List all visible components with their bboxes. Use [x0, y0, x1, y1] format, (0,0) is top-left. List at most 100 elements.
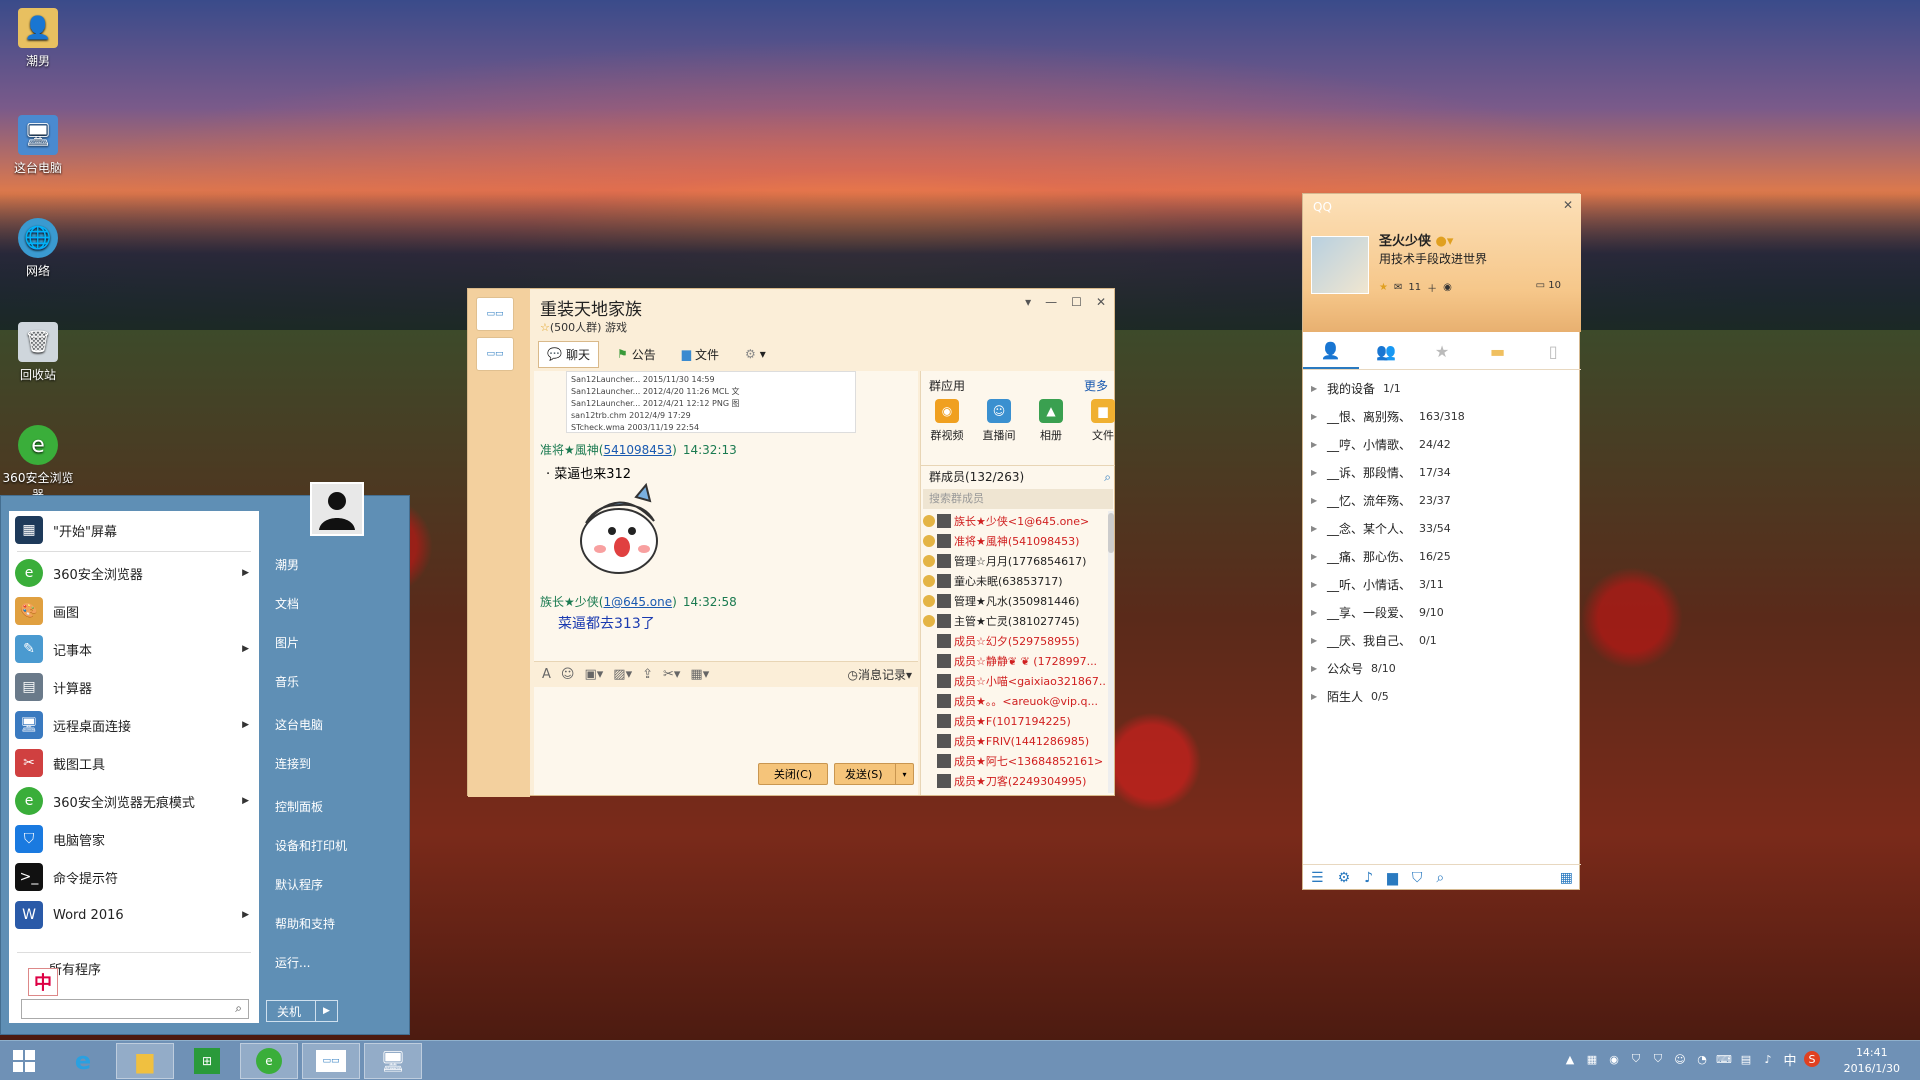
- start-place-connect-to[interactable]: 连接到: [275, 755, 311, 772]
- member-item[interactable]: 成员☆静静❦ ❦ (1728997...: [923, 651, 1107, 671]
- more-tools-icon[interactable]: ▦▾: [690, 667, 709, 682]
- member-item[interactable]: 成员☆幻夕(529758955): [923, 631, 1107, 651]
- member-item[interactable]: 成员★阿七<13684852161>: [923, 751, 1107, 771]
- start-button[interactable]: [0, 1043, 48, 1079]
- taskbar-clock[interactable]: 14:41 2016/1/30: [1844, 1045, 1900, 1077]
- start-place-devices[interactable]: 设备和打印机: [275, 837, 347, 854]
- sender-name[interactable]: 准将★風神(: [540, 443, 603, 457]
- tray-qq-icon[interactable]: ☺: [1672, 1051, 1688, 1067]
- taskbar-remote-desktop[interactable]: 🖥: [364, 1043, 422, 1079]
- close-button[interactable]: 关闭(C): [758, 763, 828, 785]
- members-search-input[interactable]: 搜索群成员: [923, 489, 1113, 509]
- taskbar-store[interactable]: ⊞: [178, 1043, 236, 1079]
- font-icon[interactable]: A: [542, 667, 551, 682]
- app-group-video[interactable]: ◉ 群视频: [927, 399, 967, 443]
- tab-recent[interactable]: ▬: [1470, 334, 1526, 369]
- taskbar-360-browser[interactable]: e: [240, 1043, 298, 1079]
- tab-groups[interactable]: 👥: [1359, 334, 1415, 369]
- scrollbar-thumb[interactable]: [1108, 513, 1114, 553]
- contact-group[interactable]: ▶ 公众号 8/10: [1311, 654, 1571, 682]
- tab-notice[interactable]: ⚑ 公告: [609, 342, 664, 367]
- start-place-documents[interactable]: 文档: [275, 595, 299, 612]
- vip-icon[interactable]: ★: [1379, 282, 1388, 293]
- app-live-room[interactable]: ☺ 直播间: [979, 399, 1019, 443]
- folder-icon[interactable]: ▆: [1387, 870, 1398, 886]
- session-tab-group-icon[interactable]: ▭▭: [476, 297, 514, 331]
- taskbar-qq-group[interactable]: ▭▭: [302, 1043, 360, 1079]
- start-place-user[interactable]: 潮男: [275, 556, 299, 573]
- contact-group[interactable]: ▶ __享、一段爱、 9/10: [1311, 598, 1571, 626]
- tray-shield-icon[interactable]: ⛉: [1628, 1051, 1644, 1067]
- dropdown-icon[interactable]: ▾: [1025, 295, 1031, 309]
- user-avatar[interactable]: [310, 482, 364, 536]
- minimize-icon[interactable]: —: [1045, 295, 1057, 309]
- profile-name[interactable]: 圣火少侠 ●▾: [1379, 230, 1453, 249]
- send-button[interactable]: 发送(S) ▾: [834, 763, 914, 785]
- start-place-default-programs[interactable]: 默认程序: [275, 876, 323, 893]
- upload-icon[interactable]: ⇪: [642, 667, 653, 682]
- desktop-icon-user-folder[interactable]: 👤 潮男: [6, 8, 70, 69]
- start-item-snipping-tool[interactable]: ✂ 截图工具: [9, 744, 259, 782]
- contact-group[interactable]: ▶ __恨、离别殇、 163/318: [1311, 402, 1571, 430]
- emoji-icon[interactable]: ☺: [561, 667, 575, 682]
- scissors-icon[interactable]: ✂▾: [663, 667, 680, 682]
- message-counter[interactable]: ▭ 10: [1536, 280, 1561, 291]
- start-item-paint[interactable]: 🎨 画图: [9, 592, 259, 630]
- tab-file[interactable]: ▆ 文件: [674, 342, 727, 367]
- tray-expand-icon[interactable]: ▲: [1562, 1051, 1578, 1067]
- start-place-pictures[interactable]: 图片: [275, 634, 299, 651]
- app-album[interactable]: ▲ 相册: [1031, 399, 1071, 443]
- member-item[interactable]: 族长★少侠<1@645.one>: [923, 511, 1107, 531]
- start-item-start-screen[interactable]: ▦ "开始"屏幕: [9, 511, 259, 549]
- member-item[interactable]: 成员☆小喵<gaixiao321867...: [923, 671, 1107, 691]
- tray-ime-icon[interactable]: 中: [1782, 1051, 1798, 1069]
- contact-group[interactable]: ▶ __忆、流年殇、 23/37: [1311, 486, 1571, 514]
- start-place-help[interactable]: 帮助和支持: [275, 915, 335, 932]
- sender-qq-link[interactable]: 1@645.one: [603, 595, 672, 609]
- member-item[interactable]: 童心未眠(63853717): [923, 571, 1107, 591]
- shutdown-options-arrow-icon[interactable]: ▶: [315, 1001, 337, 1021]
- desktop-icon-360-browser[interactable]: e 360安全浏览器: [2, 425, 74, 503]
- desktop-icon-network[interactable]: 🌐 网络: [6, 218, 70, 279]
- profile-signature[interactable]: 用技术手段改进世界: [1379, 250, 1487, 267]
- close-icon[interactable]: ✕: [1563, 198, 1573, 212]
- group-apps-more-link[interactable]: 更多: [1084, 377, 1108, 394]
- start-place-music[interactable]: 音乐: [275, 673, 299, 690]
- start-item-calculator[interactable]: ▤ 计算器: [9, 668, 259, 706]
- start-item-360-private[interactable]: e 360安全浏览器无痕模式 ▶: [9, 782, 259, 820]
- start-item-notepad[interactable]: ✎ 记事本 ▶: [9, 630, 259, 668]
- contact-group[interactable]: ▶ __诉、那段情、 17/34: [1311, 458, 1571, 486]
- contact-group[interactable]: ▶ 陌生人 0/5: [1311, 682, 1571, 710]
- status-icon[interactable]: ●▾: [1436, 234, 1454, 249]
- sender-name[interactable]: 族长★少侠(: [540, 595, 603, 609]
- start-place-run[interactable]: 运行...: [275, 954, 310, 971]
- sender-qq-link[interactable]: 541098453: [603, 443, 672, 457]
- member-item[interactable]: 成员★FRIV(1441286985): [923, 731, 1107, 751]
- member-item[interactable]: 准将★風神(541098453): [923, 531, 1107, 551]
- desktop-icon-recycle-bin[interactable]: 🗑 回收站: [6, 322, 70, 383]
- member-item[interactable]: 管理★凡水(350981446): [923, 591, 1107, 611]
- tab-favorites[interactable]: ★: [1414, 334, 1470, 369]
- mail-icon[interactable]: ✉: [1394, 282, 1402, 293]
- contact-group[interactable]: ▶ __哼、小情歌、 24/42: [1311, 430, 1571, 458]
- member-item[interactable]: 成员★刀客(2249304995): [923, 771, 1107, 791]
- tray-sogou-icon[interactable]: S: [1804, 1051, 1820, 1067]
- start-item-cmd[interactable]: >_ 命令提示符: [9, 858, 259, 896]
- gear-icon[interactable]: ⚙: [1338, 870, 1351, 886]
- app-grid-icon[interactable]: ▦: [1560, 870, 1573, 886]
- add-icon[interactable]: ＋: [1427, 280, 1437, 295]
- desktop-icon-this-pc[interactable]: 🖥 这台电脑: [6, 115, 70, 176]
- tab-chat[interactable]: 💬 聊天: [538, 340, 599, 368]
- members-scrollbar[interactable]: [1108, 511, 1114, 793]
- game-icon[interactable]: ◉: [1443, 282, 1452, 293]
- settings-menu[interactable]: ⚙ ▾: [737, 343, 774, 365]
- shutdown-button[interactable]: 关机 ▶: [266, 1000, 338, 1022]
- gift-icon[interactable]: ▣▾: [584, 667, 603, 682]
- bookmark-icon[interactable]: ⛉: [1412, 870, 1423, 886]
- tray-security-icon[interactable]: ⛉: [1650, 1051, 1666, 1067]
- app-files[interactable]: ▆ 文件: [1083, 399, 1123, 443]
- member-item[interactable]: 成员★。。<areuok@vip.q...: [923, 691, 1107, 711]
- member-item[interactable]: 主管★亡灵(381027745): [923, 611, 1107, 631]
- member-item[interactable]: 成员★F(1017194225): [923, 711, 1107, 731]
- contact-group[interactable]: ▶ __痛、那心伤、 16/25: [1311, 542, 1571, 570]
